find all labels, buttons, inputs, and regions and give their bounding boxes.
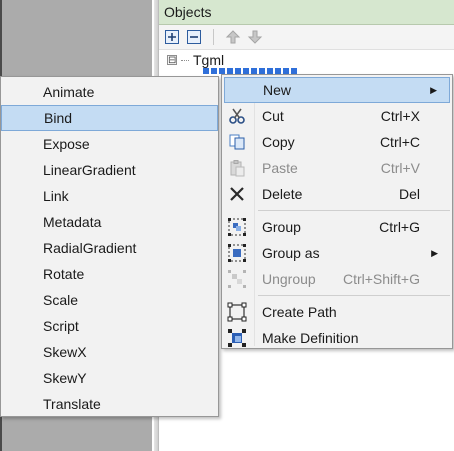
copy-icon bbox=[227, 132, 247, 152]
tree-root-row[interactable]: ⊟ Tgml bbox=[167, 52, 224, 68]
new-submenu: Animate Bind Expose LinearGradient Link Metad… bbox=[0, 76, 219, 417]
submenu-item-label: SkewY bbox=[43, 370, 87, 386]
menu-item-ungroup[interactable]: Ungroup Ctrl+Shift+G bbox=[224, 266, 450, 292]
tree-collapse-toggle[interactable]: ⊟ bbox=[167, 55, 177, 66]
group-icon bbox=[227, 217, 247, 237]
objects-panel-header: Objects bbox=[159, 0, 454, 25]
arrow-down-icon[interactable] bbox=[246, 28, 264, 46]
arrow-up-icon[interactable] bbox=[224, 28, 242, 46]
submenu-item-metadata[interactable]: Metadata bbox=[1, 209, 218, 235]
submenu-item-label: Metadata bbox=[43, 214, 102, 230]
make-definition-icon bbox=[227, 328, 247, 348]
submenu-item-lineargradient[interactable]: LinearGradient bbox=[1, 157, 218, 183]
tree-root-label: Tgml bbox=[193, 52, 225, 68]
submenu-item-label: Rotate bbox=[43, 266, 85, 282]
menu-item-label: Cut bbox=[262, 108, 284, 124]
menu-item-shortcut: Ctrl+G bbox=[379, 219, 420, 235]
submenu-item-label: Scale bbox=[43, 292, 79, 308]
ungroup-icon bbox=[227, 269, 247, 289]
menu-item-delete[interactable]: Delete Del bbox=[224, 181, 450, 207]
menu-item-label: Copy bbox=[262, 134, 295, 150]
menu-item-shortcut: Ctrl+C bbox=[379, 134, 420, 150]
menu-item-shortcut: Ctrl+X bbox=[380, 108, 420, 124]
menu-item-shortcut: Ctrl+Shift+G bbox=[342, 271, 420, 287]
menu-item-label: Delete bbox=[262, 186, 303, 202]
create-path-icon bbox=[227, 302, 247, 322]
submenu-item-label: Expose bbox=[43, 136, 90, 152]
submenu-item-scale[interactable]: Scale bbox=[1, 287, 218, 313]
submenu-item-label: Link bbox=[43, 188, 69, 204]
submenu-item-skewx[interactable]: SkewX bbox=[1, 339, 218, 365]
menu-item-new[interactable]: New ▶ bbox=[224, 77, 450, 103]
paste-icon bbox=[227, 158, 247, 178]
group-as-icon bbox=[227, 243, 247, 263]
menu-item-make-definition[interactable]: Make Definition bbox=[224, 325, 450, 351]
menu-separator bbox=[258, 210, 450, 211]
menu-item-label: Make Definition bbox=[262, 330, 359, 346]
submenu-item-expose[interactable]: Expose bbox=[1, 131, 218, 157]
menu-item-paste[interactable]: Paste Ctrl+V bbox=[224, 155, 450, 181]
delete-x-icon bbox=[227, 184, 247, 204]
scissors-icon bbox=[227, 106, 247, 126]
objects-panel-title: Objects bbox=[164, 4, 212, 20]
submenu-item-label: Animate bbox=[43, 84, 95, 100]
plus-box-icon[interactable] bbox=[163, 28, 181, 46]
menu-item-label: Group bbox=[262, 219, 301, 235]
tree-connector bbox=[181, 59, 189, 61]
submenu-item-label: LinearGradient bbox=[43, 162, 136, 178]
menu-item-copy[interactable]: Copy Ctrl+C bbox=[224, 129, 450, 155]
submenu-item-bind[interactable]: Bind bbox=[1, 105, 218, 131]
toolbar-divider bbox=[213, 29, 214, 45]
menu-item-group[interactable]: Group Ctrl+G bbox=[224, 214, 450, 240]
minus-box-icon[interactable] bbox=[185, 28, 203, 46]
submenu-item-label: Script bbox=[43, 318, 79, 334]
submenu-item-label: Translate bbox=[43, 396, 101, 412]
submenu-item-radialgradient[interactable]: RadialGradient bbox=[1, 235, 218, 261]
submenu-item-skewy[interactable]: SkewY bbox=[1, 365, 218, 391]
submenu-item-script[interactable]: Script bbox=[1, 313, 218, 339]
menu-item-label: New bbox=[263, 82, 292, 98]
context-menu: New ▶ Cut Ctrl+X Copy Ctrl+C Paste Ctrl+V Delete… bbox=[221, 74, 453, 349]
menu-item-shortcut: Del bbox=[398, 186, 420, 202]
submenu-item-rotate[interactable]: Rotate bbox=[1, 261, 218, 287]
submenu-item-link[interactable]: Link bbox=[1, 183, 218, 209]
menu-item-create-path[interactable]: Create Path bbox=[224, 299, 450, 325]
menu-item-label: Create Path bbox=[262, 304, 337, 320]
submenu-item-label: Bind bbox=[44, 110, 73, 126]
submenu-item-translate[interactable]: Translate bbox=[1, 391, 218, 417]
submenu-item-label: SkewX bbox=[43, 344, 87, 360]
submenu-item-animate[interactable]: Animate bbox=[1, 79, 218, 105]
objects-toolbar bbox=[159, 25, 454, 50]
menu-item-shortcut: Ctrl+V bbox=[380, 160, 420, 176]
menu-separator bbox=[258, 295, 450, 296]
menu-item-label: Ungroup bbox=[262, 271, 316, 287]
submenu-arrow-icon: ▶ bbox=[430, 84, 437, 95]
submenu-item-label: RadialGradient bbox=[43, 240, 137, 256]
menu-item-cut[interactable]: Cut Ctrl+X bbox=[224, 103, 450, 129]
menu-item-label: Paste bbox=[262, 160, 298, 176]
submenu-arrow-icon: ▶ bbox=[431, 247, 438, 258]
menu-item-group-as[interactable]: Group as ▶ bbox=[224, 240, 450, 266]
menu-item-label: Group as bbox=[262, 245, 320, 261]
